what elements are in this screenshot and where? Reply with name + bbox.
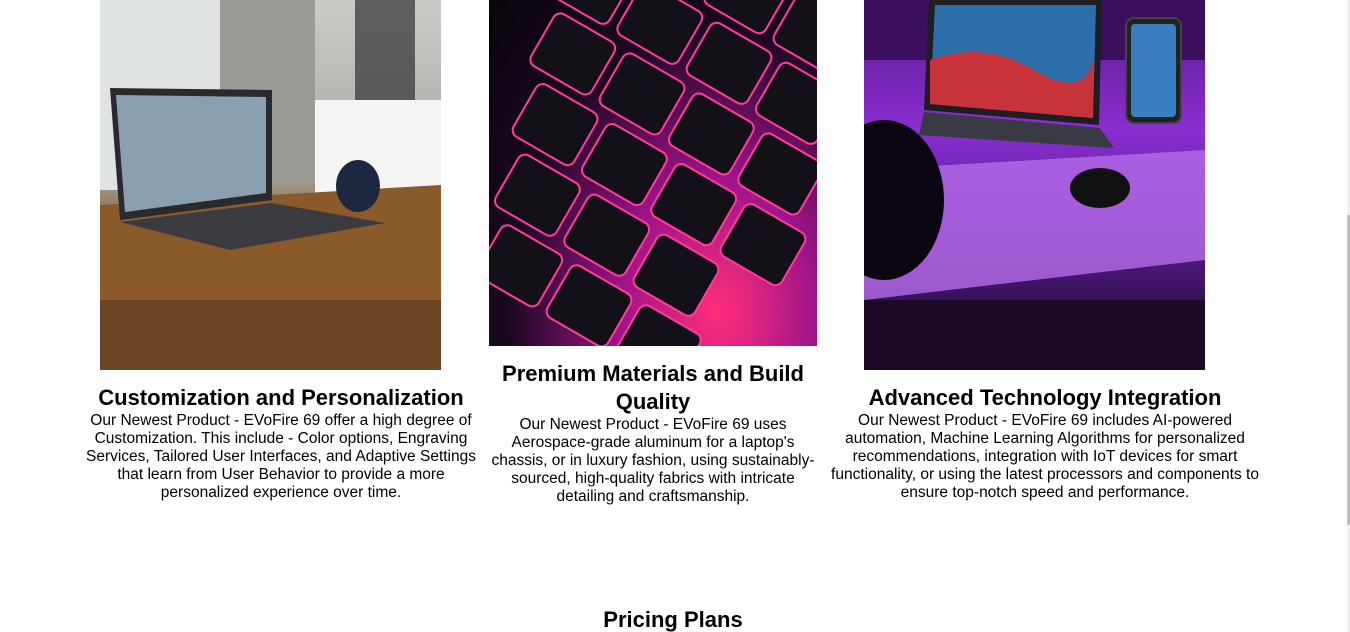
feature-description: Our Newest Product - EVoFire 69 includes… — [831, 412, 1259, 501]
rgb-keyboard-image — [489, 0, 817, 346]
feature-advanced-technology: Advanced Technology Integration Our Newe… — [820, 384, 1270, 502]
page: Customization and Personalization Our Ne… — [0, 0, 1350, 632]
purple-desk-setup-image — [864, 0, 1205, 370]
feature-title: Advanced Technology Integration — [868, 385, 1222, 410]
feature-customization: Customization and Personalization Our Ne… — [78, 384, 484, 502]
pricing-plans-heading: Pricing Plans — [603, 607, 743, 632]
purple-desk-illustration — [864, 0, 1205, 370]
feature-title: Customization and Personalization — [98, 385, 464, 410]
feature-title: Premium Materials and Build Quality — [502, 361, 804, 414]
feature-premium-materials: Premium Materials and Build Quality Our … — [489, 360, 817, 506]
laptop-on-table-image — [100, 0, 441, 370]
feature-description: Our Newest Product - EVoFire 69 uses Aer… — [491, 416, 815, 505]
feature-description: Our Newest Product - EVoFire 69 offer a … — [85, 412, 476, 501]
rgb-keyboard-illustration — [489, 0, 817, 346]
laptop-on-table-illustration — [100, 0, 441, 370]
